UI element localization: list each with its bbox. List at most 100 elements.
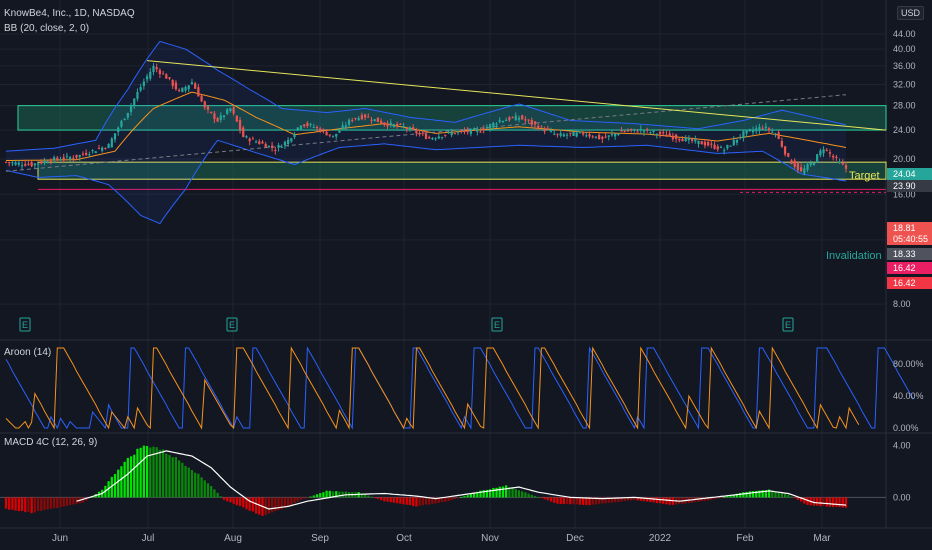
bb-indicator-label[interactable]: BB (20, close, 2, 0)	[4, 23, 89, 34]
candle-body	[261, 141, 264, 144]
candle-body	[306, 122, 309, 127]
macd-histogram-bar	[790, 496, 793, 498]
chart-canvas[interactable]: E E E E Target Invalidation 44.00 40.00 36.00 32.…	[0, 0, 932, 550]
candle-body	[181, 87, 184, 92]
candle-body	[421, 132, 424, 134]
time-axis-tick: Sep	[311, 533, 329, 544]
candle-body	[309, 124, 312, 126]
candle-body	[514, 115, 517, 121]
macd-histogram-bar	[315, 494, 319, 498]
candle-body	[325, 131, 328, 136]
macd-histogram-bar	[158, 449, 162, 498]
candle-body	[694, 139, 697, 142]
macd-histogram-bar	[748, 491, 751, 498]
candle-body	[184, 87, 187, 91]
macd-histogram-bar	[117, 469, 120, 498]
candle-body	[4, 161, 8, 163]
candle-body	[270, 145, 274, 148]
macd-histogram-bar	[65, 497, 69, 506]
candle-body	[133, 98, 136, 106]
candle-body	[764, 126, 767, 129]
candle-body	[524, 119, 527, 121]
candle-body	[415, 130, 418, 134]
target-label: Target	[849, 170, 880, 182]
macd-histogram-bar	[145, 446, 149, 498]
candle-body	[665, 134, 668, 137]
price-tag: 16.42	[893, 263, 916, 273]
candle-body	[556, 133, 559, 135]
macd-histogram-bar	[719, 497, 723, 499]
macd-histogram-bar	[306, 497, 309, 499]
candle-body	[52, 157, 56, 161]
candle-body	[136, 91, 139, 99]
candle-body	[819, 150, 822, 156]
candle-body	[646, 129, 649, 131]
candle-body	[546, 128, 549, 130]
candle-body	[418, 133, 421, 135]
macd-histogram-bar	[27, 497, 30, 512]
macd-histogram-bar	[716, 497, 719, 499]
candle-body	[456, 131, 460, 133]
currency-badge[interactable]: USD	[896, 6, 924, 20]
macd-indicator-label[interactable]: MACD 4C (12, 26, 9)	[4, 437, 97, 448]
macd-histogram-bar	[216, 492, 219, 498]
macd-histogram-bar	[178, 460, 181, 498]
candle-body	[444, 134, 447, 136]
macd-histogram-bar	[20, 497, 24, 512]
macd-histogram-bar	[226, 497, 229, 502]
candle-body	[479, 131, 482, 133]
macd-histogram-bar	[562, 497, 565, 505]
candle-body	[783, 146, 787, 155]
candle-body	[69, 157, 72, 161]
macd-histogram-bar	[190, 470, 194, 498]
candle-body	[354, 117, 357, 119]
macd-histogram-bar	[14, 497, 17, 511]
macd-histogram-bar	[655, 497, 658, 504]
candle-body	[161, 73, 165, 75]
candle-body	[338, 130, 341, 133]
candle-body	[264, 143, 267, 148]
candle-body	[399, 123, 402, 125]
candle-body	[684, 137, 687, 142]
macd-histogram-bar	[556, 497, 559, 504]
candle-body	[553, 133, 556, 135]
candle-body	[424, 133, 428, 139]
candle-body	[431, 138, 434, 140]
candle-body	[11, 162, 14, 164]
earnings-marker: E	[229, 320, 235, 330]
macd-histogram-bar	[200, 477, 203, 498]
candle-body	[489, 124, 492, 129]
macd-histogram-bar	[575, 497, 578, 505]
macd-histogram-bar	[540, 497, 543, 499]
candle-body	[771, 131, 774, 133]
candle-body	[501, 120, 505, 123]
macd-histogram-bar	[49, 497, 53, 509]
candle-body	[652, 130, 655, 132]
candle-body	[30, 161, 33, 167]
macd-histogram-bar	[463, 496, 466, 498]
candle-body	[806, 164, 809, 170]
macd-histogram-bar	[210, 485, 213, 498]
candle-body	[585, 135, 588, 137]
macd-histogram-bar	[299, 497, 303, 500]
candle-body	[434, 138, 437, 140]
candle-body	[620, 130, 623, 132]
macd-histogram-bar	[402, 497, 405, 505]
macd-histogram-bar	[33, 497, 36, 513]
macd-histogram-bar	[383, 497, 386, 502]
macd-histogram-bar	[662, 497, 665, 504]
macd-histogram-bar	[232, 497, 235, 504]
aroon-axis-tick: 40.00%	[893, 391, 924, 401]
candle-body	[604, 136, 607, 138]
candle-body	[681, 138, 684, 142]
price-axis-tick: 8.00	[893, 299, 911, 309]
candle-body	[748, 129, 751, 132]
macd-histogram-bar	[203, 480, 206, 498]
aroon-indicator-label[interactable]: Aroon (14)	[4, 347, 51, 358]
macd-histogram-bar	[174, 457, 178, 498]
time-axis-tick: 2022	[649, 533, 672, 544]
candle-body	[832, 155, 835, 158]
candle-body	[453, 133, 456, 135]
time-axis-tick: Feb	[736, 533, 754, 544]
price-tag: 16.42	[893, 278, 916, 288]
